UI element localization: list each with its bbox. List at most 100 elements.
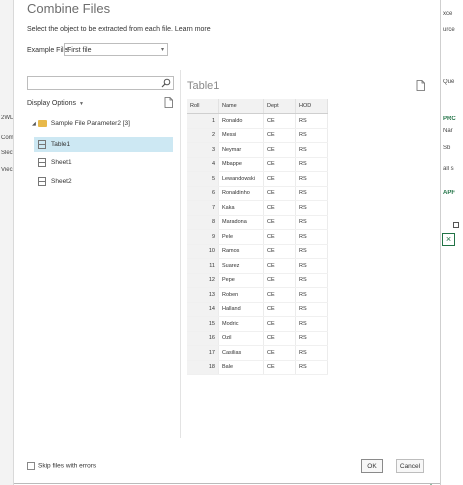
tree-folder[interactable]: ◢ Sample File Parameter2 [3] <box>32 120 130 127</box>
skip-errors-checkbox[interactable]: Skip files with errors <box>27 462 96 470</box>
table-cell: 6 <box>187 186 219 201</box>
table-cell: CE <box>263 287 296 303</box>
table-row: 13 Roben CE RS <box>187 287 328 303</box>
table-cell: RS <box>295 142 328 158</box>
table-cell: 7 <box>187 200 219 216</box>
example-file-value: First file <box>67 47 92 54</box>
table-cell: 2 <box>187 128 219 143</box>
table-cell: RS <box>295 244 328 259</box>
table-cell: Modric <box>218 316 264 332</box>
background-workbook-left: 2WL Comp Slecti Vieci <box>0 0 14 485</box>
table-cell: Ozil <box>218 331 264 346</box>
table-row: 7 Kaka CE RS <box>187 200 328 216</box>
tree-item-label: Sheet2 <box>51 178 72 185</box>
collapse-triangle-icon[interactable]: ◢ <box>32 121 36 127</box>
table-row: 14 Halland CE RS <box>187 302 328 317</box>
table-cell: CE <box>263 200 296 216</box>
column-header: Dept <box>263 99 296 114</box>
table-cell: CE <box>263 113 296 129</box>
search-icon <box>161 78 171 88</box>
table-row: 17 Casilias CE RS <box>187 345 328 361</box>
table-cell: CE <box>263 157 296 172</box>
table-row: 9 Pele CE RS <box>187 229 328 245</box>
table-row: 5 Lewandowski CE RS <box>187 171 328 187</box>
table-cell: 15 <box>187 316 219 332</box>
table-cell: CE <box>263 128 296 143</box>
table-cell: Halland <box>218 302 264 317</box>
table-row: 2 Messi CE RS <box>187 128 328 143</box>
search-input[interactable] <box>27 76 174 90</box>
checkbox-box[interactable] <box>27 462 35 470</box>
table-cell: CE <box>263 331 296 346</box>
sheet-icon <box>38 157 46 167</box>
table-cell: 16 <box>187 331 219 346</box>
tree-folder-label: Sample File Parameter2 [3] <box>50 120 130 128</box>
table-cell: Neymar <box>218 142 264 158</box>
refresh-document-icon[interactable] <box>164 97 173 108</box>
table-cell: 1 <box>187 113 219 129</box>
table-cell: CE <box>263 215 296 230</box>
table-row: 1 Ronaldo CE RS <box>187 113 328 129</box>
table-row: 11 Suarez CE RS <box>187 258 328 274</box>
document-icon[interactable] <box>416 80 425 91</box>
background-queries-pane: xce urce Que Nar Sb PRC all s APF × <box>440 0 463 485</box>
table-cell: Pele <box>218 229 264 245</box>
table-cell: RS <box>295 215 328 230</box>
table-cell: 11 <box>187 258 219 274</box>
display-options-menu[interactable]: Display Options ▼ <box>27 100 84 107</box>
table-cell: RS <box>295 128 328 143</box>
column-header: Roll <box>187 99 219 114</box>
table-cell: Maradona <box>218 215 264 230</box>
tree-item-sheet2[interactable]: Sheet2 <box>34 174 173 189</box>
table-cell: CE <box>263 258 296 274</box>
resize-handle[interactable] <box>453 222 459 228</box>
table-cell: CE <box>263 229 296 245</box>
tree-item-label: Sheet1 <box>51 159 72 166</box>
table-cell: 12 <box>187 273 219 288</box>
table-cell: 13 <box>187 287 219 303</box>
table-cell: RS <box>295 200 328 216</box>
close-icon[interactable]: × <box>442 233 455 246</box>
table-cell: RS <box>295 186 328 201</box>
display-options-label: Display Options <box>27 100 77 107</box>
example-file-dropdown[interactable]: First file ▾ <box>64 43 168 56</box>
table-cell: Kaka <box>218 200 264 216</box>
table-cell: RS <box>295 331 328 346</box>
table-cell: Ramos <box>218 244 264 259</box>
table-cell: RS <box>295 157 328 172</box>
background-text: urce <box>443 27 455 33</box>
table-cell: RS <box>295 360 328 375</box>
background-text: PRC <box>443 116 456 122</box>
table-cell: Pepe <box>218 273 264 288</box>
table-cell: CE <box>263 186 296 201</box>
folder-icon <box>37 120 47 127</box>
table-cell: RS <box>295 171 328 187</box>
caret-down-icon: ▼ <box>79 101 84 107</box>
tree-item-sheet1[interactable]: Sheet1 <box>34 155 173 170</box>
table-cell: RS <box>295 113 328 129</box>
table-row: 16 Ozil CE RS <box>187 331 328 346</box>
table-cell: Mbappe <box>218 157 264 172</box>
table-row: 3 Neymar CE RS <box>187 142 328 158</box>
dialog-subtitle: Select the object to be extracted from e… <box>27 26 211 33</box>
background-text: Slecti <box>1 150 13 156</box>
cancel-button[interactable]: Cancel <box>396 459 424 473</box>
table-row: 6 Ronaldinho CE RS <box>187 186 328 201</box>
pane-divider <box>180 70 181 438</box>
background-text: all s <box>443 166 454 172</box>
table-cell: Roben <box>218 287 264 303</box>
dialog-title: Combine Files <box>27 1 111 16</box>
background-text: Sb <box>443 145 451 151</box>
table-cell: Casilias <box>218 345 264 361</box>
table-header-row: Roll Name Dept HOD <box>187 99 328 114</box>
background-text: 2WL <box>1 115 13 121</box>
table-cell: CE <box>263 273 296 288</box>
ok-button[interactable]: OK <box>361 459 383 473</box>
table-cell: RS <box>295 287 328 303</box>
table-cell: 9 <box>187 229 219 245</box>
column-header: Name <box>218 99 264 114</box>
table-row: 12 Pepe CE RS <box>187 273 328 288</box>
background-text: APF <box>443 190 455 196</box>
background-text: Comp <box>1 135 13 141</box>
tree-item-table1[interactable]: Table1 <box>34 137 173 152</box>
